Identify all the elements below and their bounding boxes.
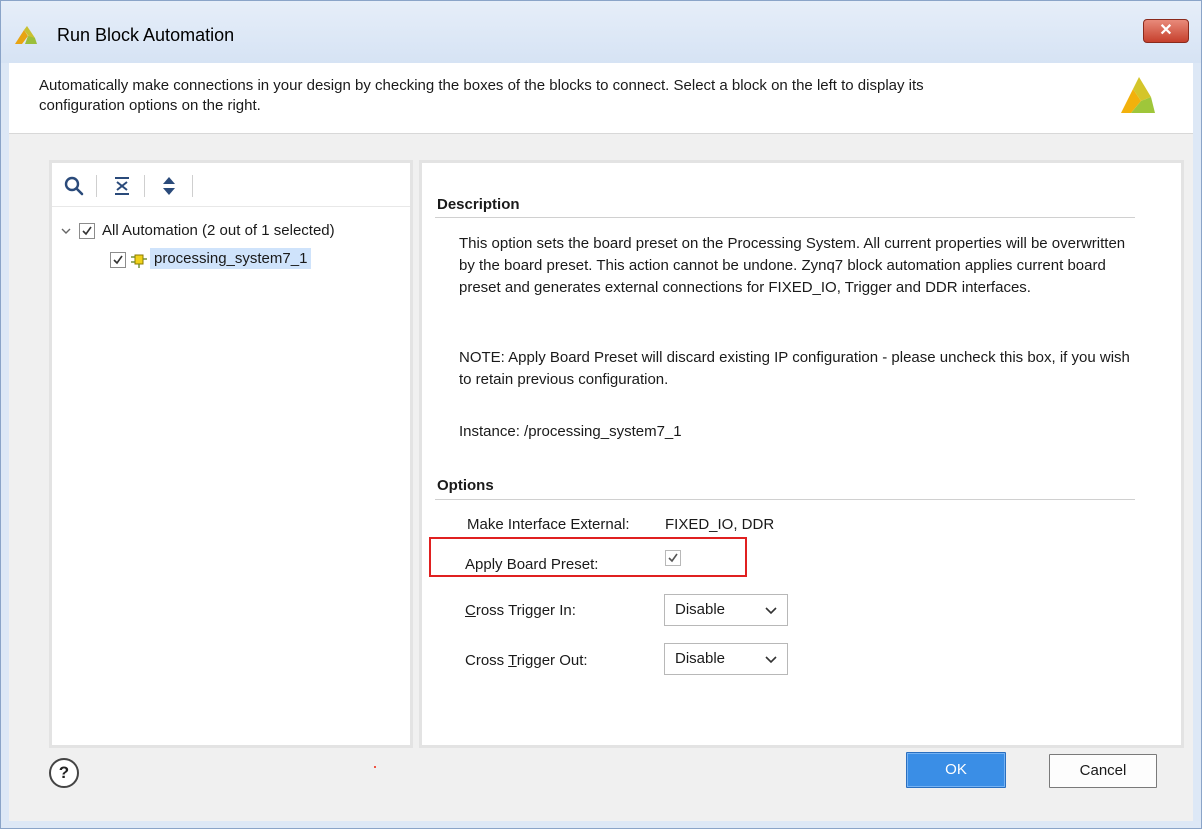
cross-trigger-out-select[interactable]: Disable — [664, 643, 788, 675]
vivado-logo-icon — [1121, 77, 1155, 113]
run-block-automation-dialog: Run Block Automation ✕ Automatically mak… — [0, 0, 1202, 829]
tree-root-label: All Automation (2 out of 1 selected) — [102, 222, 335, 239]
instructions-line-2: configuration options on the right. — [39, 97, 261, 114]
label-rest: ross Trigger In: — [475, 602, 576, 619]
root-checkbox[interactable] — [79, 223, 95, 239]
label-rest: rigger Out: — [516, 652, 588, 669]
dialog-instructions: Automatically make connections in your d… — [39, 76, 1099, 116]
expand-all-icon[interactable] — [159, 176, 179, 196]
checkmark-icon — [113, 255, 123, 265]
ip-block-icon — [131, 254, 147, 268]
cross-trigger-in-value: Disable — [675, 601, 726, 618]
chevron-down-icon[interactable] — [60, 225, 72, 237]
description-title: Description — [437, 196, 520, 213]
vivado-logo-icon — [15, 26, 37, 44]
dialog-client-area: Automatically make connections in your d… — [9, 63, 1193, 821]
window-title: Run Block Automation — [57, 25, 235, 45]
processing-system-label[interactable]: processing_system7_1 — [150, 248, 312, 269]
tree-child-row[interactable]: processing_system7_1 — [52, 248, 410, 272]
help-button[interactable]: ? — [49, 758, 79, 788]
close-button[interactable]: ✕ — [1143, 19, 1189, 43]
make-interface-value: FIXED_IO, DDR — [665, 516, 775, 533]
cross-trigger-in-label: Cross Trigger In: — [465, 602, 576, 619]
title-bar[interactable]: Run Block Automation ✕ — [1, 1, 1201, 63]
checkmark-icon — [668, 553, 678, 563]
apply-board-preset-label: Apply Board Preset: — [465, 556, 599, 573]
toolbar-separator — [192, 175, 193, 197]
label-prefix: Cross — [465, 652, 509, 669]
mnemonic-letter: C — [465, 602, 476, 619]
cross-trigger-in-select[interactable]: Disable — [664, 594, 788, 626]
tree-root-row[interactable]: All Automation (2 out of 1 selected) — [52, 219, 410, 243]
processing-system-checkbox[interactable] — [110, 252, 126, 268]
description-divider — [435, 217, 1135, 218]
cross-trigger-out-label: Cross Trigger Out: — [465, 652, 588, 669]
cancel-button[interactable]: Cancel — [1049, 754, 1157, 788]
ok-button[interactable]: OK — [906, 752, 1006, 788]
cross-trigger-out-value: Disable — [675, 650, 726, 667]
automation-tree-panel: All Automation (2 out of 1 selected) pro… — [49, 160, 413, 748]
collapse-all-icon[interactable] — [112, 176, 132, 196]
apply-board-preset-checkbox[interactable] — [665, 550, 681, 566]
instance-path: Instance: /processing_system7_1 — [459, 423, 682, 440]
options-divider — [435, 499, 1135, 500]
checkmark-icon — [82, 226, 92, 236]
description-note: NOTE: Apply Board Preset will discard ex… — [459, 349, 1130, 388]
options-title: Options — [437, 477, 494, 494]
chevron-down-icon — [765, 656, 777, 664]
toolbar-separator — [144, 175, 145, 197]
chevron-down-icon — [765, 607, 777, 615]
mnemonic-letter: T — [508, 652, 517, 669]
toolbar-separator — [96, 175, 97, 197]
make-interface-label: Make Interface External: — [467, 516, 630, 533]
description-text: This option sets the board preset on the… — [459, 235, 1126, 296]
search-icon[interactable] — [64, 176, 84, 196]
tree-toolbar — [52, 163, 410, 207]
stray-dot — [374, 766, 376, 768]
instructions-line-1: Automatically make connections in your d… — [39, 77, 924, 94]
